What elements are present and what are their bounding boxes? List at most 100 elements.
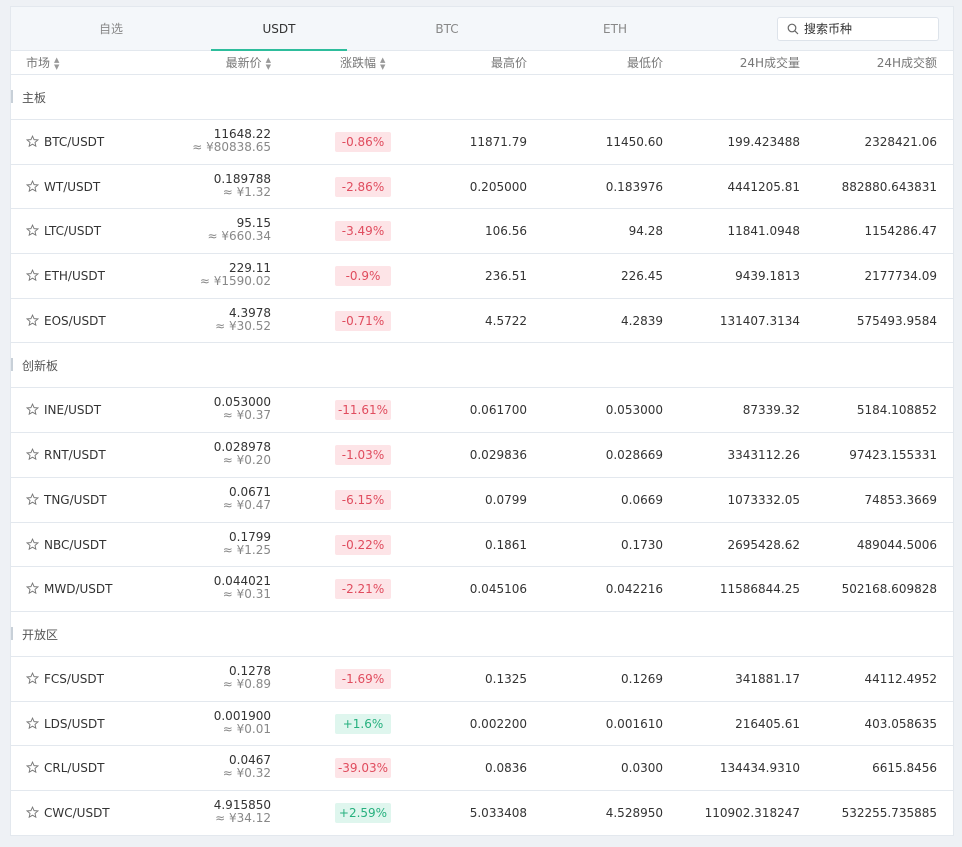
price-value: 0.189788 <box>213 171 271 186</box>
star-icon[interactable] <box>26 448 39 461</box>
section-title: 创新板 <box>10 358 59 374</box>
star-icon[interactable] <box>26 761 39 774</box>
amount-24h: 6615.8456 <box>872 761 937 776</box>
search-input[interactable] <box>804 19 934 39</box>
pair-name: BTC/USDT <box>44 135 105 149</box>
last-price: 11648.22 ≈ ¥80838.65 <box>192 128 271 154</box>
low-price: 0.042216 <box>605 582 663 597</box>
change-badge: -1.03% <box>335 445 391 466</box>
pair-name: RNT/USDT <box>44 448 106 463</box>
pair-name: LDS/USDT <box>44 716 105 731</box>
volume-24h: 11841.0948 <box>727 224 800 239</box>
star-icon[interactable] <box>26 269 39 282</box>
amount-24h: 5184.108852 <box>856 403 937 418</box>
volume-24h: 1073332.05 <box>727 492 800 507</box>
amount-24h: 489044.5006 <box>856 537 937 552</box>
column-header-last-price[interactable]: 最新价 ▲ ▼ <box>226 51 271 75</box>
star-icon[interactable] <box>26 537 39 551</box>
high-price: 0.1861 <box>485 537 527 552</box>
table-row[interactable]: LDS/USDT 0.001900 ≈ ¥0.01 +1.6% 0.002200 0.00… <box>11 702 953 747</box>
tab-eth[interactable]: ETH <box>531 7 699 51</box>
amount-24h: 403.058635 <box>864 716 937 731</box>
table-body: 主板 BTC/USDT 11648.22 ≈ ¥80838.65 -0.86% 11871… <box>10 75 953 836</box>
table-row[interactable]: CRL/USDT 0.0467 ≈ ¥0.32 -39.03% 0.0836 0.0300… <box>11 746 953 791</box>
pair-name: TNG/USDT <box>44 492 107 507</box>
price-cny: ≈ ¥0.01 <box>222 721 271 736</box>
price-value: 0.1278 <box>229 663 271 678</box>
change-badge: -11.61% <box>335 400 391 421</box>
price-cny: ≈ ¥0.31 <box>222 587 271 602</box>
table-row[interactable]: NBC/USDT 0.1799 ≈ ¥1.25 -0.22% 0.1861 0.1730 2… <box>11 523 953 568</box>
search-box <box>777 17 939 41</box>
pair-name: FCS/USDT <box>44 671 104 686</box>
low-price: 226.45 <box>621 269 663 284</box>
volume-24h: 216405.61 <box>735 716 800 731</box>
pair-name: EOS/USDT <box>44 313 106 328</box>
table-row[interactable]: TNG/USDT 0.0671 ≈ ¥0.47 -6.15% 0.0799 0.0669 1… <box>11 478 953 523</box>
tab-favorites[interactable]: 自选 <box>27 7 195 51</box>
star-icon[interactable] <box>26 492 39 506</box>
table-row[interactable]: WT/USDT 0.189788 ≈ ¥1.32 -2.86% 0.205000 0.18… <box>11 165 953 210</box>
price-cny: ≈ ¥80838.65 <box>192 140 271 154</box>
change-badge: +2.59% <box>335 802 391 823</box>
volume-24h: 11586844.25 <box>719 582 800 597</box>
table-row[interactable]: CWC/USDT 4.915850 ≈ ¥34.12 +2.59% 5.033408 4.… <box>11 791 953 836</box>
volume-24h: 3343112.26 <box>727 448 800 463</box>
table-row[interactable]: LTC/USDT 95.15 ≈ ¥660.34 -3.49% 106.56 94.28 1… <box>11 209 953 255</box>
pair-name: WT/USDT <box>44 179 101 194</box>
change-badge: -0.86% <box>335 132 391 152</box>
star-icon[interactable] <box>26 313 39 327</box>
low-price: 4.2839 <box>621 313 663 328</box>
star-icon[interactable] <box>26 716 39 730</box>
tab-btc[interactable]: BTC <box>363 7 531 51</box>
price-value: 4.915850 <box>213 797 271 812</box>
star-icon[interactable] <box>26 224 39 237</box>
price-value: 4.3978 <box>229 305 271 320</box>
tab-usdt[interactable]: USDT <box>195 7 363 51</box>
table-row[interactable]: EOS/USDT 4.3978 ≈ ¥30.52 -0.71% 4.5722 4.2839… <box>11 299 953 344</box>
amount-24h: 532255.735885 <box>841 805 937 820</box>
amount-24h: 74853.3669 <box>864 492 937 507</box>
low-price: 0.053000 <box>605 403 663 418</box>
low-price: 0.1269 <box>621 671 663 686</box>
star-icon[interactable] <box>26 805 39 819</box>
last-price: 0.1278 ≈ ¥0.89 <box>223 663 271 691</box>
star-icon[interactable] <box>26 582 39 595</box>
table-row[interactable]: INE/USDT 0.053000 ≈ ¥0.37 -11.61% 0.061700 0.… <box>11 388 953 434</box>
column-header-low: 最低价 <box>626 56 663 70</box>
column-header-change[interactable]: 涨跌幅 ▲ ▼ <box>340 51 385 75</box>
table-row[interactable]: FCS/USDT 0.1278 ≈ ¥0.89 -1.69% 0.1325 0.1269 3… <box>11 657 953 702</box>
pair-name: NBC/USDT <box>44 537 107 552</box>
section-title: 主板 <box>10 90 47 105</box>
section-header: 创新板 <box>10 343 953 389</box>
price-value: 0.0671 <box>229 484 271 499</box>
pair-name: CWC/USDT <box>44 805 110 820</box>
change-badge: +1.6% <box>335 713 391 734</box>
star-icon[interactable] <box>26 179 39 193</box>
last-price: 95.15 ≈ ¥660.34 <box>208 217 272 243</box>
low-price: 0.0300 <box>621 761 663 776</box>
amount-24h: 2328421.06 <box>864 135 937 149</box>
low-price: 0.028669 <box>605 448 663 463</box>
star-icon[interactable] <box>26 403 39 416</box>
price-cny: ≈ ¥660.34 <box>207 229 272 244</box>
amount-24h: 44112.4952 <box>864 671 937 686</box>
column-last-price-label: 最新价 <box>225 56 262 70</box>
star-icon[interactable] <box>26 135 39 148</box>
pair-name: LTC/USDT <box>44 224 102 239</box>
price-value: 0.1799 <box>229 529 271 544</box>
market-tabs: 自选 USDT BTC ETH <box>11 7 953 51</box>
last-price: 0.189788 ≈ ¥1.32 <box>213 171 271 199</box>
table-row[interactable]: MWD/USDT 0.044021 ≈ ¥0.31 -2.21% 0.045106 0.0… <box>11 567 953 612</box>
column-header-market[interactable]: 市场 ▲ ▼ <box>26 51 59 75</box>
table-row[interactable]: RNT/USDT 0.028978 ≈ ¥0.20 -1.03% 0.029836 0.0… <box>11 433 953 478</box>
last-price: 0.0671 ≈ ¥0.47 <box>223 484 271 512</box>
low-price: 4.528950 <box>605 805 663 820</box>
price-cny: ≈ ¥0.32 <box>222 766 271 781</box>
change-badge: -39.03% <box>335 758 391 779</box>
star-icon[interactable] <box>26 671 39 685</box>
change-badge: -0.9% <box>335 266 391 287</box>
high-price: 236.51 <box>485 269 527 284</box>
table-row[interactable]: ETH/USDT 229.11 ≈ ¥1590.02 -0.9% 236.51 226.4… <box>11 254 953 299</box>
table-row[interactable]: BTC/USDT 11648.22 ≈ ¥80838.65 -0.86% 11871.7… <box>11 120 953 165</box>
